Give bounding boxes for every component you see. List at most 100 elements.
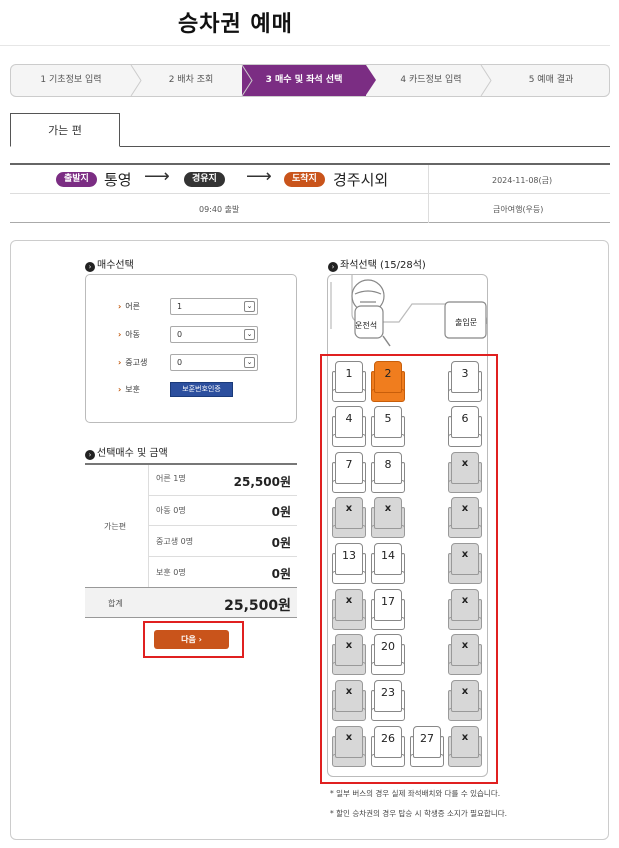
seat-available[interactable]: 20 bbox=[371, 634, 405, 676]
arrow-icon: ⟶ bbox=[144, 166, 170, 187]
summary-row-label: 아동 0명 bbox=[156, 506, 186, 515]
seat-reserved: x bbox=[448, 680, 482, 722]
seat-number: x bbox=[345, 595, 353, 606]
seat-selected[interactable]: 2 bbox=[371, 361, 405, 403]
seat-available[interactable]: 17 bbox=[371, 589, 405, 631]
seat-reserved: x bbox=[448, 726, 482, 768]
bus-company: 금아여행(우등) bbox=[493, 205, 544, 214]
seat-number: x bbox=[345, 686, 353, 697]
note-text: * 일부 버스의 경우 실제 좌석배치와 다를 수 있습니다. bbox=[330, 789, 501, 798]
departure-time: 09:40 출발 bbox=[199, 205, 240, 214]
seat-available[interactable]: 14 bbox=[371, 543, 405, 585]
count-title-text: 매수선택 bbox=[97, 260, 134, 271]
seat-number: 4 bbox=[345, 412, 353, 425]
table-top-border bbox=[85, 463, 297, 465]
seat-number: x bbox=[345, 732, 353, 743]
seat-available[interactable]: 8 bbox=[371, 452, 405, 494]
seat-number: 27 bbox=[420, 732, 434, 745]
seat-available[interactable]: 7 bbox=[332, 452, 366, 494]
seat-number: 14 bbox=[381, 549, 395, 562]
adult-label-text: 어른 bbox=[125, 302, 141, 311]
child-label: › 아동 bbox=[118, 330, 141, 339]
driver-seat-label: 운전석 bbox=[355, 321, 378, 330]
seat-available[interactable]: 5 bbox=[371, 406, 405, 448]
page-title: 승차권 예매 bbox=[178, 12, 293, 37]
adult-count-select[interactable]: 1 ⌄ bbox=[170, 298, 258, 315]
seat-available[interactable]: 6 bbox=[448, 406, 482, 448]
seat-number: x bbox=[461, 686, 469, 697]
seat-number: x bbox=[461, 458, 469, 469]
seat-available[interactable]: 27 bbox=[410, 726, 444, 768]
divider bbox=[10, 193, 610, 194]
summary-row-label: 보훈 0명 bbox=[156, 568, 186, 577]
seat-number: 26 bbox=[381, 732, 395, 745]
seat-reserved: x bbox=[371, 497, 405, 539]
seat-number: 5 bbox=[384, 412, 392, 425]
summary-row-label: 어른 1명 bbox=[156, 474, 186, 483]
seat-reserved: x bbox=[448, 589, 482, 631]
seat-number: 23 bbox=[381, 686, 395, 699]
chevron-down-icon: ⌄ bbox=[244, 357, 255, 368]
via-badge: 경유지 bbox=[184, 172, 225, 187]
departure-badge: 출발지 bbox=[56, 172, 97, 187]
seat-number: 13 bbox=[342, 549, 356, 562]
note-text: * 할인 승차권의 경우 탑승 시 학생증 소지가 필요합니다. bbox=[330, 809, 508, 818]
seat-number: x bbox=[461, 503, 469, 514]
seat-available[interactable]: 3 bbox=[448, 361, 482, 403]
seat-available[interactable]: 23 bbox=[371, 680, 405, 722]
summary-row-value: 0원 bbox=[271, 567, 291, 581]
seat-available[interactable]: 1 bbox=[332, 361, 366, 403]
summary-group-label: 가는편 bbox=[104, 522, 127, 531]
seat-available[interactable]: 26 bbox=[371, 726, 405, 768]
total-value: 25,500원 bbox=[224, 598, 291, 614]
count-section-title: › 매수선택 bbox=[85, 256, 134, 272]
divider bbox=[428, 165, 429, 223]
tab-outbound[interactable]: 가는 편 bbox=[10, 113, 120, 147]
summary-row-value: 0원 bbox=[271, 536, 291, 550]
seat-number: 3 bbox=[461, 367, 469, 380]
seat-number: x bbox=[384, 503, 392, 514]
table-row-divider bbox=[148, 556, 297, 557]
summary-title-text: 선택매수 및 금액 bbox=[97, 448, 168, 459]
student-label: › 중고생 bbox=[118, 358, 148, 367]
seat-number: 2 bbox=[384, 367, 392, 380]
seat-number: x bbox=[461, 640, 469, 651]
total-label: 합계 bbox=[108, 599, 123, 608]
seat-reserved: x bbox=[332, 726, 366, 768]
veteran-verify-button[interactable]: 보훈번호인증 bbox=[170, 382, 233, 397]
seat-reserved: x bbox=[332, 589, 366, 631]
child-label-text: 아동 bbox=[125, 330, 141, 339]
bus-front-graphic bbox=[330, 274, 488, 347]
seat-number: x bbox=[461, 549, 469, 560]
step-indicator: 1 기초정보 입력 2 배차 조회 3 매수 및 좌석 선택 4 카드정보 입력… bbox=[10, 64, 610, 97]
adult-label: › 어른 bbox=[118, 302, 141, 311]
chevron-down-icon: ⌄ bbox=[244, 301, 255, 312]
next-button[interactable]: 다음 › bbox=[154, 630, 229, 649]
student-count-value: 0 bbox=[177, 358, 183, 367]
child-count-select[interactable]: 0 ⌄ bbox=[170, 326, 258, 343]
seat-title-text: 좌석선택 (15/28석) bbox=[340, 260, 426, 271]
summary-section-title: › 선택매수 및 금액 bbox=[85, 444, 168, 460]
chevron-right-icon: › bbox=[85, 262, 95, 272]
seat-number: 17 bbox=[381, 595, 395, 608]
seat-number: x bbox=[345, 503, 353, 514]
seat-reserved: x bbox=[332, 497, 366, 539]
chevron-right-icon: › bbox=[328, 262, 338, 272]
seat-number: x bbox=[345, 640, 353, 651]
seat-available[interactable]: 13 bbox=[332, 543, 366, 585]
seat-number: x bbox=[461, 595, 469, 606]
adult-count-value: 1 bbox=[177, 302, 183, 311]
veteran-label-text: 보훈 bbox=[125, 385, 141, 394]
arrival-badge: 도착지 bbox=[284, 172, 325, 187]
student-count-select[interactable]: 0 ⌄ bbox=[170, 354, 258, 371]
departure-place: 통영 bbox=[104, 171, 132, 189]
seat-reserved: x bbox=[448, 452, 482, 494]
table-row-divider bbox=[148, 525, 297, 526]
veteran-label: › 보훈 bbox=[118, 385, 141, 394]
seat-available[interactable]: 4 bbox=[332, 406, 366, 448]
student-label-text: 중고생 bbox=[125, 358, 148, 367]
seat-reserved: x bbox=[448, 497, 482, 539]
seat-reserved: x bbox=[332, 634, 366, 676]
seat-reserved: x bbox=[448, 634, 482, 676]
chevron-down-icon: ⌄ bbox=[244, 329, 255, 340]
